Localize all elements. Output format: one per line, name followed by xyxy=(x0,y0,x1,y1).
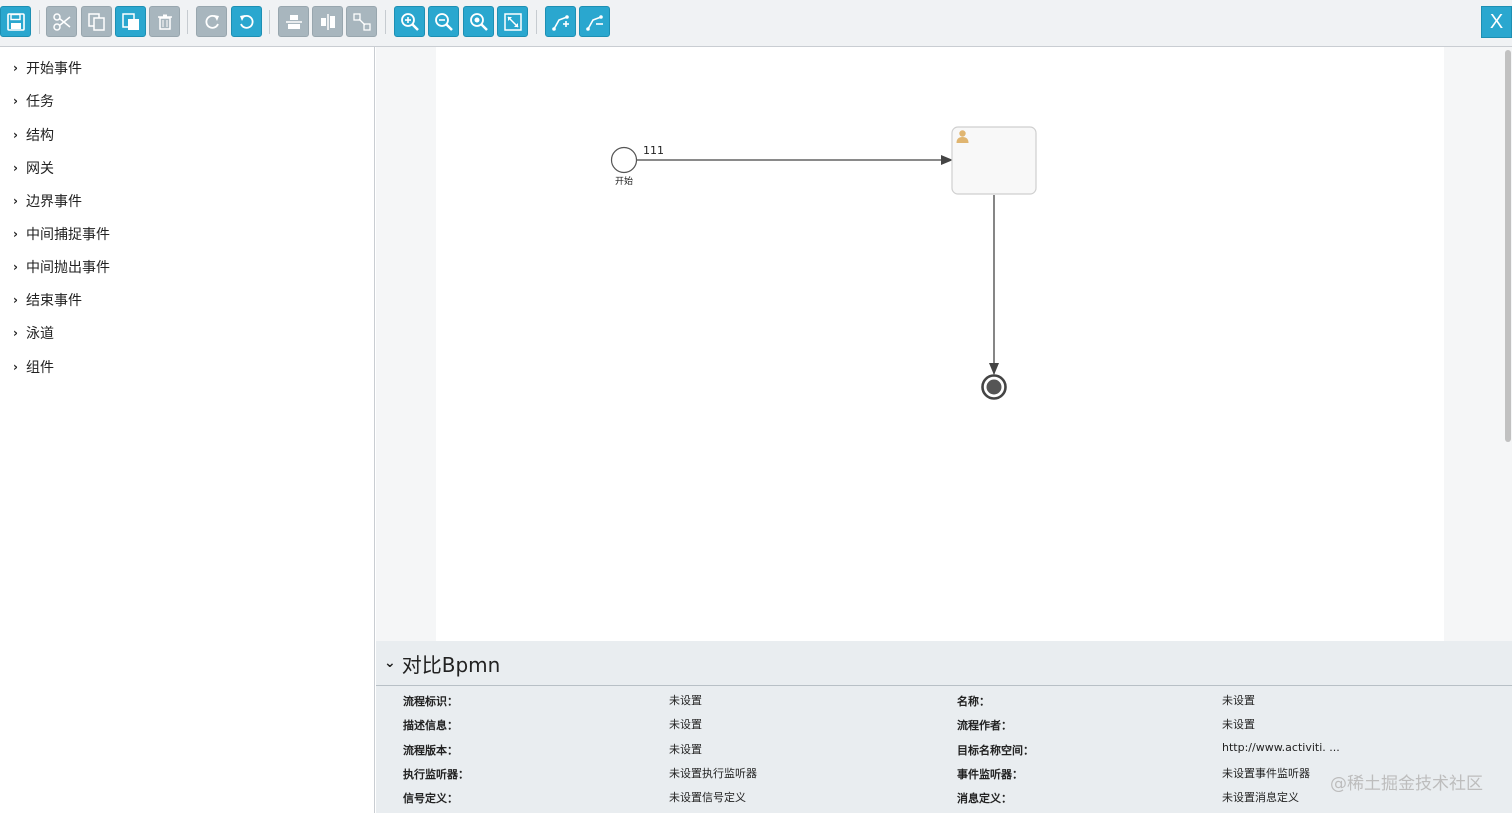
copy-button[interactable] xyxy=(81,6,112,37)
zoom-fit-button[interactable] xyxy=(497,6,528,37)
canvas-scrollbar[interactable] xyxy=(1505,50,1511,442)
add-bendpoint-button[interactable] xyxy=(545,6,576,37)
flow-label[interactable]: 111 xyxy=(643,144,664,157)
message-definitions-value[interactable]: 未设置消息定义 xyxy=(1222,789,1299,805)
palette-item-label: 组件 xyxy=(26,360,54,376)
event-listeners-value[interactable]: 未设置事件监听器 xyxy=(1222,765,1310,781)
palette-item-label: 结束事件 xyxy=(26,293,82,309)
cut-button[interactable] xyxy=(46,6,77,37)
zoom-out-button[interactable] xyxy=(428,6,459,37)
close-label: X xyxy=(1489,10,1504,33)
palette-item-label: 网关 xyxy=(26,161,54,177)
redo-button[interactable] xyxy=(196,6,227,37)
process-version-label: 流程版本： xyxy=(403,744,458,757)
process-author-label: 流程作者： xyxy=(957,719,1012,732)
chevron-right-icon: › xyxy=(13,260,18,274)
trash-icon xyxy=(157,14,172,30)
process-version-value[interactable]: 未设置 xyxy=(669,741,702,757)
chevron-right-icon: › xyxy=(13,161,18,175)
chevron-down-icon: ⌄ xyxy=(384,655,396,671)
zoom-out-icon xyxy=(434,12,453,31)
name-label: 名称： xyxy=(957,695,990,708)
redo-icon xyxy=(205,14,219,29)
palette-item-tasks[interactable]: › 任务 xyxy=(13,90,54,112)
chevron-right-icon: › xyxy=(13,128,18,142)
palette-sidebar: › 开始事件 › 任务 › 结构 › 网关 › 边界事件 › 中间捕捉事件 › 中间抛出事件 … xyxy=(0,47,375,813)
toolbar: X xyxy=(0,0,1512,47)
name-value[interactable]: 未设置 xyxy=(1222,692,1255,708)
execution-listeners-value[interactable]: 未设置执行监听器 xyxy=(669,765,757,781)
same-size-icon xyxy=(352,12,371,31)
close-button[interactable]: X xyxy=(1481,6,1512,38)
chevron-right-icon: › xyxy=(13,227,18,241)
add-bendpoint-icon xyxy=(551,14,569,31)
palette-item-label: 中间抛出事件 xyxy=(26,260,110,276)
zoom-in-icon xyxy=(400,12,419,31)
start-event-label: 开始 xyxy=(615,175,633,187)
description-value[interactable]: 未设置 xyxy=(669,716,702,732)
zoom-in-button[interactable] xyxy=(394,6,425,37)
properties-header[interactable]: ⌄ 对比Bpmn xyxy=(376,641,1512,686)
start-event[interactable] xyxy=(610,146,638,174)
palette-item-start-events[interactable]: › 开始事件 xyxy=(13,57,82,79)
watermark: @稀土掘金技术社区 xyxy=(1330,774,1483,794)
palette-item-label: 结构 xyxy=(26,128,54,144)
chevron-right-icon: › xyxy=(13,360,18,374)
chevron-right-icon: › xyxy=(13,61,18,75)
zoom-actual-button[interactable] xyxy=(463,6,494,37)
chevron-right-icon: › xyxy=(13,326,18,340)
target-namespace-value[interactable]: http://www.activiti. ... xyxy=(1222,741,1340,754)
palette-item-label: 中间捕捉事件 xyxy=(26,227,110,243)
properties-title: 对比Bpmn xyxy=(401,652,501,677)
palette-item-end-events[interactable]: › 结束事件 xyxy=(13,289,82,311)
process-author-value[interactable]: 未设置 xyxy=(1222,716,1255,732)
palette-item-intermediate-throw[interactable]: › 中间抛出事件 xyxy=(13,256,110,278)
undo-button[interactable] xyxy=(231,6,262,37)
palette-item-label: 任务 xyxy=(26,94,54,110)
palette-item-label: 泳道 xyxy=(26,326,54,342)
target-namespace-label: 目标名称空间： xyxy=(957,744,1034,757)
process-id-label: 流程标识： xyxy=(403,695,458,708)
chevron-right-icon: › xyxy=(13,94,18,108)
align-horizontal-icon xyxy=(285,14,302,29)
event-listeners-label: 事件监听器： xyxy=(957,768,1023,781)
palette-item-boundary-events[interactable]: › 边界事件 xyxy=(13,190,82,212)
palette-item-label: 开始事件 xyxy=(26,61,82,77)
fit-icon xyxy=(503,12,522,31)
chevron-right-icon: › xyxy=(13,293,18,307)
remove-bendpoint-button[interactable] xyxy=(579,6,610,37)
process-id-value[interactable]: 未设置 xyxy=(669,692,702,708)
execution-listeners-label: 执行监听器： xyxy=(403,768,469,781)
palette-item-intermediate-catch[interactable]: › 中间捕捉事件 xyxy=(13,223,110,245)
delete-button[interactable] xyxy=(149,6,180,37)
signal-definitions-value[interactable]: 未设置信号定义 xyxy=(669,789,746,805)
palette-item-swimlanes[interactable]: › 泳道 xyxy=(13,322,54,344)
align-vertical-button[interactable] xyxy=(312,6,343,37)
palette-item-components[interactable]: › 组件 xyxy=(13,356,54,378)
save-button[interactable] xyxy=(0,6,31,37)
copy-icon xyxy=(87,12,105,31)
paste-icon xyxy=(121,12,139,30)
remove-bendpoint-icon xyxy=(585,14,603,31)
description-label: 描述信息： xyxy=(403,719,458,732)
end-event[interactable] xyxy=(981,374,1007,400)
message-definitions-label: 消息定义： xyxy=(957,792,1012,805)
diagram-canvas[interactable]: 111 开始 xyxy=(436,47,1444,641)
paste-button[interactable] xyxy=(115,6,146,37)
signal-definitions-label: 信号定义： xyxy=(403,792,458,805)
palette-item-structures[interactable]: › 结构 xyxy=(13,124,54,146)
canvas-area: 111 开始 xyxy=(376,47,1512,641)
align-horizontal-button[interactable] xyxy=(278,6,309,37)
user-task[interactable] xyxy=(951,126,1037,195)
scissors-icon xyxy=(52,12,70,31)
zoom-actual-icon xyxy=(469,12,488,31)
align-vertical-icon xyxy=(320,13,335,30)
undo-icon xyxy=(239,14,253,29)
palette-item-gateways[interactable]: › 网关 xyxy=(13,157,54,179)
chevron-right-icon: › xyxy=(13,194,18,208)
floppy-icon xyxy=(6,12,25,31)
same-size-button[interactable] xyxy=(346,6,377,37)
palette-item-label: 边界事件 xyxy=(26,194,82,210)
